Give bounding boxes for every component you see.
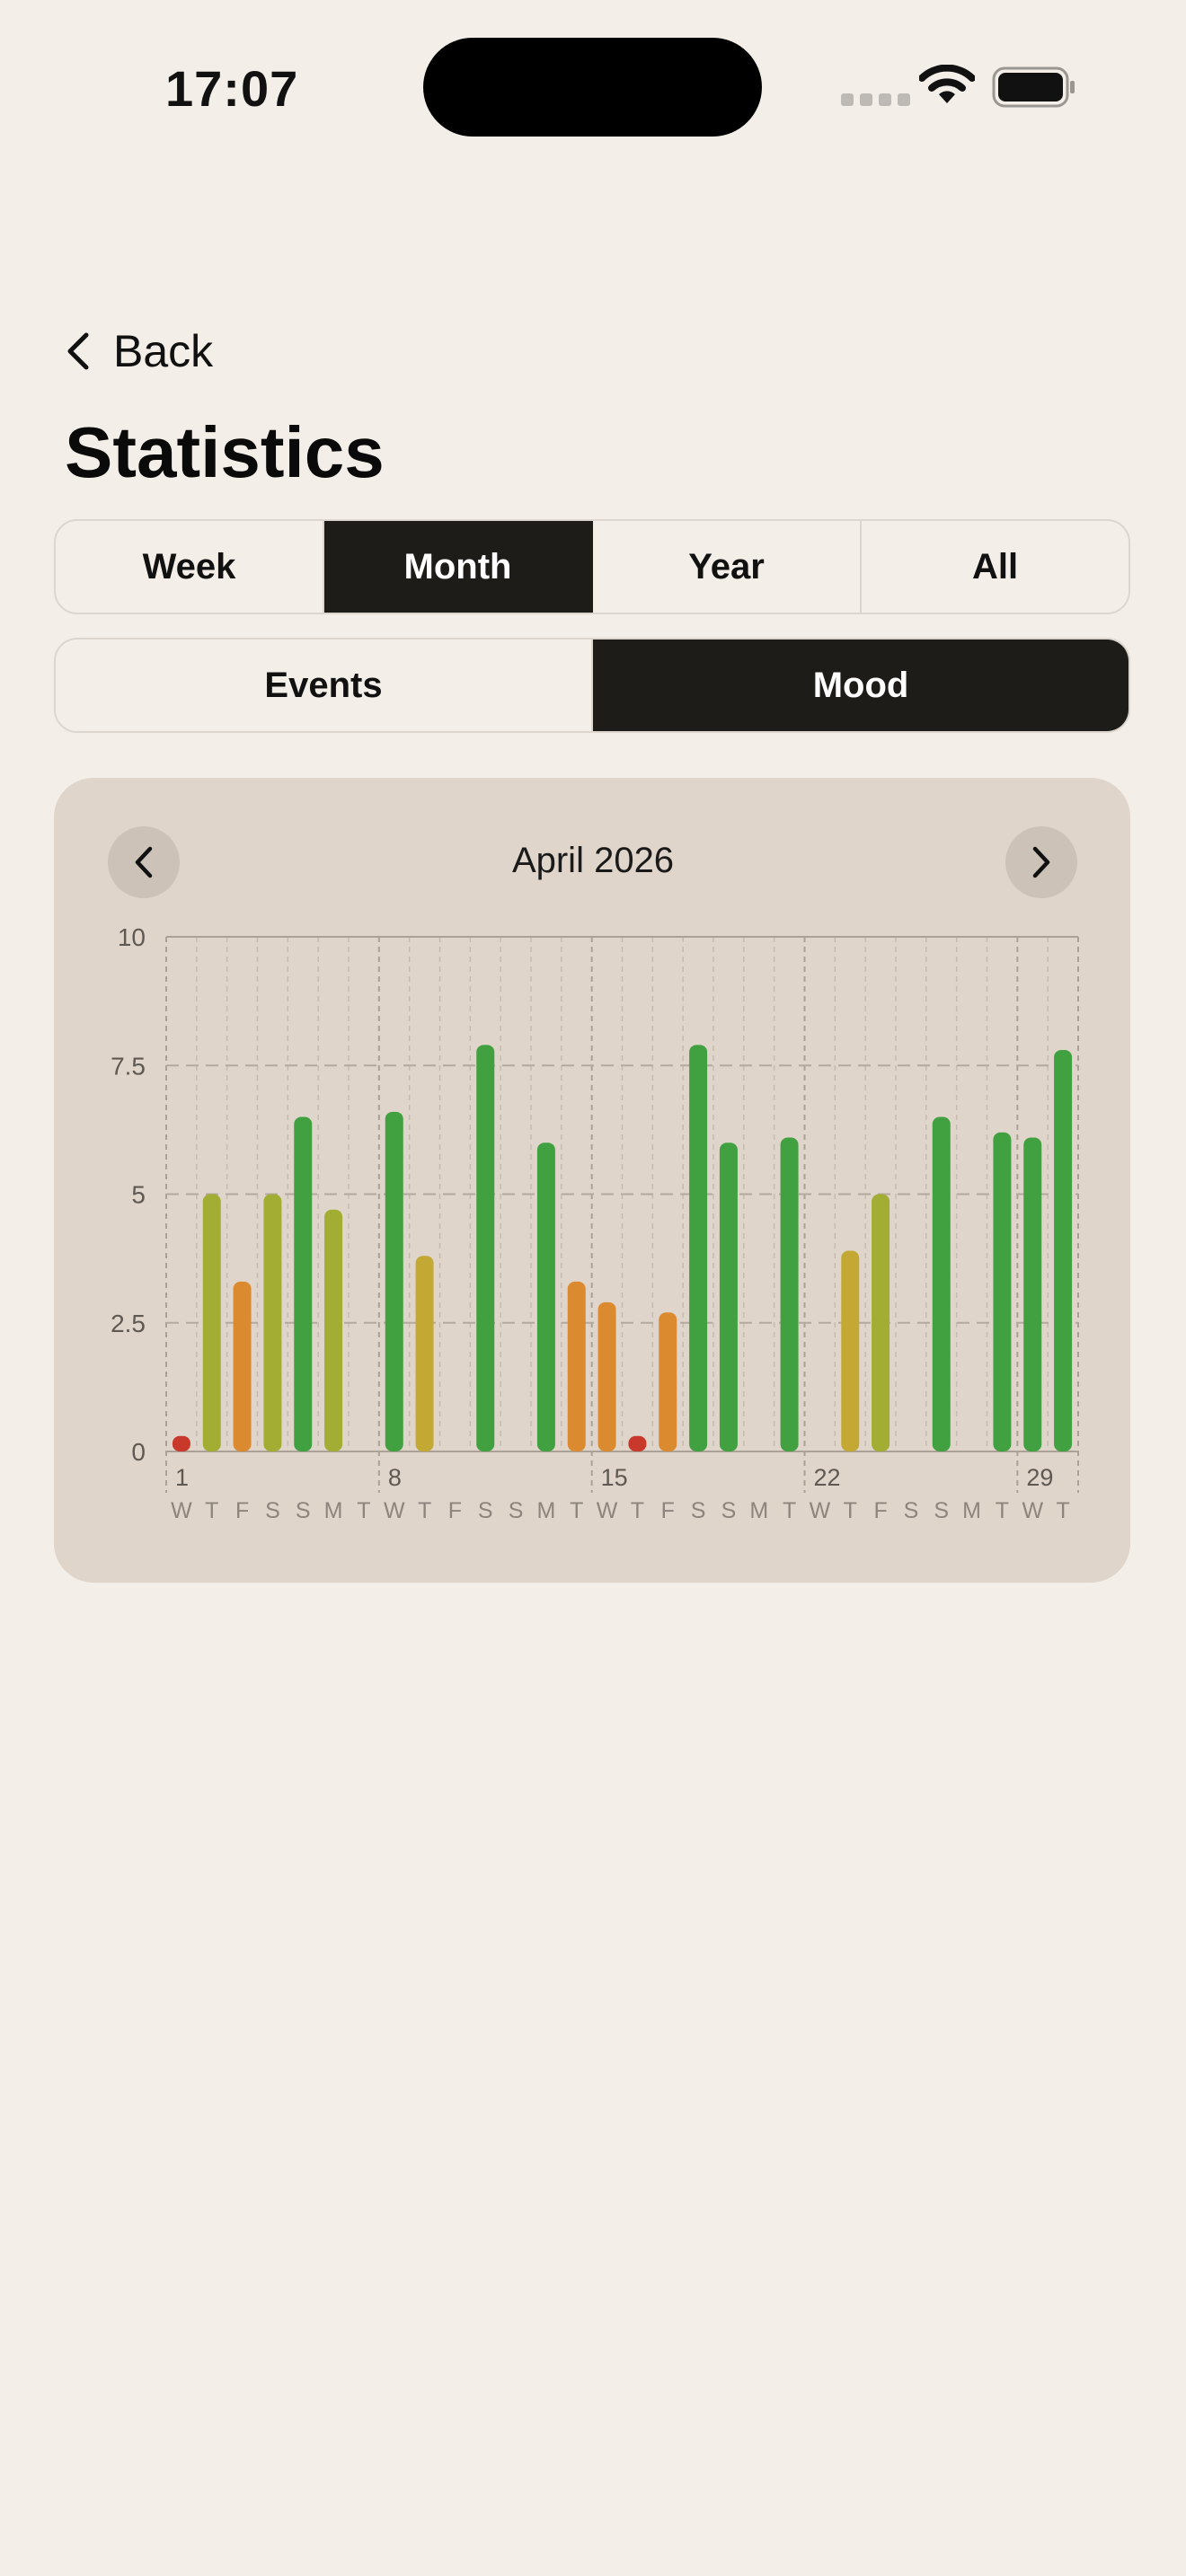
weekday-label: T bbox=[570, 1498, 583, 1523]
mood-bar bbox=[172, 1435, 190, 1451]
week-start-label: 22 bbox=[814, 1464, 841, 1491]
mood-bar bbox=[780, 1137, 799, 1451]
weekday-label: F bbox=[873, 1498, 887, 1523]
mood-bar bbox=[841, 1250, 860, 1451]
mood-bar bbox=[294, 1116, 313, 1451]
mood-bar bbox=[567, 1281, 586, 1451]
weekday-label: F bbox=[661, 1498, 675, 1523]
y-tick-label: 7.5 bbox=[111, 1052, 146, 1080]
weekday-label: T bbox=[357, 1498, 370, 1523]
weekday-label: S bbox=[296, 1498, 311, 1523]
weekday-label: W bbox=[810, 1498, 831, 1523]
weekday-label: S bbox=[934, 1498, 949, 1523]
y-tick-label: 10 bbox=[118, 923, 146, 951]
weekday-label: T bbox=[996, 1498, 1009, 1523]
weekday-label: M bbox=[749, 1498, 768, 1523]
weekday-label: S bbox=[721, 1498, 737, 1523]
weekday-label: M bbox=[324, 1498, 343, 1523]
week-start-label: 29 bbox=[1026, 1464, 1053, 1491]
mood-bar bbox=[536, 1142, 555, 1451]
y-tick-label: 5 bbox=[131, 1181, 146, 1209]
mood-bar bbox=[263, 1194, 282, 1451]
weekday-label: W bbox=[597, 1498, 618, 1523]
mood-bar bbox=[628, 1435, 647, 1451]
weekday-label: S bbox=[691, 1498, 706, 1523]
weekday-label: T bbox=[844, 1498, 857, 1523]
weekday-label: T bbox=[1056, 1498, 1069, 1523]
mood-bar bbox=[689, 1045, 708, 1451]
y-tick-label: 2.5 bbox=[111, 1310, 146, 1337]
week-start-label: 8 bbox=[388, 1464, 402, 1491]
mood-bar bbox=[597, 1301, 616, 1451]
mood-bar bbox=[993, 1132, 1012, 1451]
mood-bar-chart: 02.557.5101 8 15 22 29W T F S S M T W T F S S M T W T F S S M T W… bbox=[111, 923, 1079, 1523]
mood-bar bbox=[659, 1312, 677, 1451]
mood-bar bbox=[233, 1281, 252, 1451]
mood-bar bbox=[415, 1256, 434, 1451]
mood-bar bbox=[932, 1116, 951, 1451]
weekday-label: W bbox=[171, 1498, 192, 1523]
weekday-label: S bbox=[265, 1498, 280, 1523]
weekday-label: S bbox=[478, 1498, 493, 1523]
weekday-label: F bbox=[235, 1498, 249, 1523]
week-start-label: 15 bbox=[601, 1464, 628, 1491]
weekday-label: T bbox=[631, 1498, 644, 1523]
mood-bar bbox=[1054, 1050, 1073, 1451]
weekday-label: S bbox=[904, 1498, 919, 1523]
weekday-label: T bbox=[205, 1498, 218, 1523]
y-tick-label: 0 bbox=[131, 1438, 146, 1466]
weekday-label: M bbox=[537, 1498, 556, 1523]
mood-bar bbox=[385, 1111, 403, 1451]
weekday-label: W bbox=[384, 1498, 405, 1523]
mood-bar bbox=[1023, 1137, 1042, 1451]
weekday-label: W bbox=[1022, 1498, 1043, 1523]
mood-bar bbox=[872, 1194, 890, 1451]
mood-bar bbox=[202, 1194, 221, 1451]
mood-bar bbox=[476, 1045, 495, 1451]
weekday-label: S bbox=[509, 1498, 524, 1523]
week-start-label: 1 bbox=[175, 1464, 189, 1491]
weekday-label: M bbox=[962, 1498, 981, 1523]
mood-bar bbox=[719, 1142, 738, 1451]
mood-bar bbox=[324, 1209, 343, 1451]
weekday-label: T bbox=[418, 1498, 431, 1523]
weekday-label: T bbox=[783, 1498, 796, 1523]
weekday-label: F bbox=[448, 1498, 462, 1523]
